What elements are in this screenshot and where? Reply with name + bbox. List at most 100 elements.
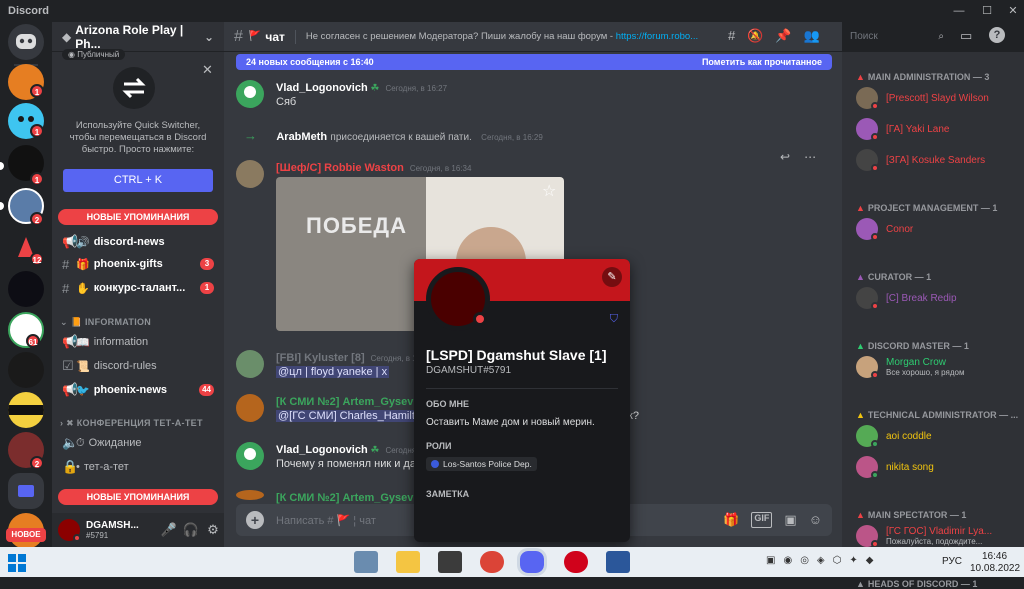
message-author[interactable]: [FBI] Kyluster [8] — [276, 352, 365, 364]
language-indicator[interactable]: РУС — [942, 556, 962, 567]
paint-icon[interactable] — [354, 551, 378, 573]
composer-input[interactable]: Написать # 🚩 ¦ чат — [276, 514, 376, 527]
avatar[interactable] — [236, 160, 264, 188]
member-item[interactable]: [ГС ГОС] Vladimir Lya... Пожалуйста, подо… — [856, 524, 1020, 548]
gif-icon[interactable]: GIF — [751, 512, 773, 528]
avatar[interactable] — [236, 350, 264, 378]
help-icon[interactable]: ? — [989, 27, 1005, 43]
new-mentions-bottom[interactable]: НОВЫЕ УПОМИНАНИЯ — [58, 489, 218, 505]
close-window-button[interactable]: ✕ — [1000, 2, 1024, 20]
folder-icon[interactable] — [8, 473, 44, 509]
sticker-icon[interactable]: ▣ — [784, 512, 796, 528]
topic-link[interactable]: https://forum.robo... — [616, 31, 698, 42]
book-icon: 📙 — [70, 317, 85, 327]
add-attachment-icon[interactable]: + — [246, 511, 264, 529]
channel-phoenix-gifts[interactable]: # 🎁 phoenix-gifts 3 — [58, 254, 218, 274]
server-badge: 61 — [26, 334, 40, 348]
edit-profile-icon[interactable]: ✎ — [602, 267, 622, 287]
member-item[interactable]: aoi coddle — [856, 424, 1020, 448]
headphones-icon[interactable]: 🎧 — [180, 522, 202, 538]
member-item[interactable]: [ЗГА] Kosuke Sanders — [856, 148, 1020, 172]
chrome-icon[interactable] — [480, 551, 504, 573]
avatar[interactable] — [236, 394, 264, 422]
clock-date[interactable]: 10.08.2022 — [970, 563, 1020, 574]
avatar[interactable] — [236, 80, 264, 108]
tray-icon[interactable]: ✦ — [849, 555, 857, 566]
reply-icon[interactable]: ↩ — [780, 150, 790, 164]
message-author[interactable]: ArabMeth — [276, 131, 327, 143]
member-item[interactable]: nikita song — [856, 455, 1020, 479]
note-input[interactable] — [426, 503, 618, 527]
clock-time[interactable]: 16:46 — [982, 551, 1007, 562]
server-icon-yellow[interactable] — [8, 392, 44, 428]
inbox-icon[interactable]: ▭ — [960, 28, 972, 44]
category-conference[interactable]: › ✖ КОНФЕРЕНЦИЯ ТЕТ-А-ТЕТ — [60, 418, 203, 429]
bell-muted-icon[interactable]: 🔕 — [747, 28, 763, 44]
tray-icon[interactable]: ⬡ — [833, 555, 842, 566]
placeholder-channel: чат — [359, 514, 376, 527]
more-icon[interactable]: ⋯ — [804, 150, 816, 164]
channel-topic: Не согласен с решением Модератора? Пиши … — [306, 31, 698, 42]
message-author[interactable]: [К СМИ №2] Artem_Gysev — [276, 396, 413, 408]
tray-icon[interactable]: ◈ — [817, 555, 825, 566]
member-item[interactable]: Conor — [856, 217, 1020, 241]
channel-discord-news[interactable]: 📢 🔊 discord-news — [58, 232, 218, 252]
tray-icon[interactable]: ▣ — [766, 555, 775, 566]
member-item[interactable]: Morgan Crow Все хорошо, я рядом — [856, 355, 1020, 379]
microphone-icon[interactable]: 🎤 — [158, 522, 180, 538]
voice-channel-tet[interactable]: 🔒 • тет-а-тет — [58, 457, 218, 477]
tray-icon[interactable]: ◎ — [800, 555, 809, 566]
word-icon[interactable] — [606, 551, 630, 573]
home-button[interactable] — [8, 24, 44, 60]
message: Vlad_Logonovich ☘ Сегодня, в 16:27 Сяб — [236, 80, 816, 114]
channel-phoenix-news[interactable]: 📢 🐦 phoenix-news 44 — [58, 380, 218, 400]
new-mentions-top[interactable]: НОВЫЕ УПОМИНАНИЯ — [58, 209, 218, 225]
voice-channel-waiting[interactable]: 🔈 ⏱ Ожидание — [58, 433, 218, 453]
windows-start-icon[interactable] — [8, 554, 26, 572]
channel-information[interactable]: 📢 📖 information — [58, 332, 218, 352]
world-of-tanks-icon[interactable] — [438, 551, 462, 573]
star-icon[interactable]: ☆ — [542, 181, 556, 201]
member-item[interactable]: [Prescott] Slayd Wilson — [856, 86, 1020, 110]
new-messages-banner[interactable]: 24 новых сообщения с 16:40 Пометить как п… — [236, 54, 832, 70]
category-information[interactable]: ⌄ 📙 INFORMATION — [60, 317, 151, 328]
minimize-button[interactable]: — — [946, 2, 972, 20]
channel-konkurs[interactable]: # ✋ конкурс-талант... 1 — [58, 278, 218, 298]
gift-icon[interactable]: 🎁 — [723, 512, 739, 528]
mark-read-button[interactable]: Пометить как прочитанное — [702, 57, 822, 67]
message-author[interactable]: Vlad_Logonovich — [276, 82, 368, 94]
discord-taskbar-icon[interactable] — [517, 548, 547, 576]
channel-discord-rules[interactable]: ☑ 📜 discord-rules — [58, 356, 218, 376]
close-icon[interactable]: ✕ — [202, 62, 213, 78]
arrow-right-icon: → — [244, 128, 257, 143]
chevron-down-icon: ⌄ — [203, 29, 214, 44]
server-icon-dark[interactable] — [8, 352, 44, 388]
avatar[interactable] — [236, 442, 264, 470]
message-author[interactable]: Vlad_Logonovich — [276, 444, 368, 456]
server-icon-setti[interactable] — [8, 271, 44, 307]
message-author[interactable]: [Шеф/С] Robbie Waston — [276, 162, 404, 174]
emoji-icon[interactable]: ☺ — [809, 512, 822, 528]
message-author[interactable]: [К СМИ №2] Artem_Gysev — [276, 492, 413, 504]
pin-icon[interactable]: 📌 — [775, 28, 791, 44]
search-input[interactable]: Поиск ⌕ — [846, 27, 948, 45]
public-badge: ◉ Публичный — [62, 49, 126, 60]
tray-icon[interactable]: ◉ — [783, 555, 792, 566]
avatar[interactable] — [236, 490, 264, 500]
avatar[interactable] — [58, 519, 81, 542]
member-item[interactable]: [ГА] Yaki Lane — [856, 117, 1020, 141]
threads-icon[interactable]: # — [728, 28, 735, 44]
gear-icon[interactable]: ⚙ — [202, 522, 224, 538]
member-name: [ГС ГОС] Vladimir Lya... — [886, 526, 993, 537]
member-item[interactable]: [C] Break Redip — [856, 286, 1020, 310]
opera-icon[interactable] — [564, 551, 588, 573]
tray-icon[interactable]: ◆ — [866, 555, 874, 566]
file-explorer-icon[interactable] — [396, 551, 420, 573]
server-badge: 2 — [30, 456, 44, 470]
quick-switcher-button[interactable]: CTRL + K — [63, 169, 213, 192]
server-header[interactable]: ◆ Arizona Role Play | Ph... ⌄ — [52, 22, 224, 52]
topic-text: Не согласен с решением Модератора? Пиши … — [305, 31, 616, 42]
members-icon[interactable]: 👥 — [804, 28, 820, 44]
role-pill[interactable]: Los-Santos Police Dep. — [426, 457, 537, 471]
maximize-button[interactable]: ☐ — [974, 2, 1000, 20]
